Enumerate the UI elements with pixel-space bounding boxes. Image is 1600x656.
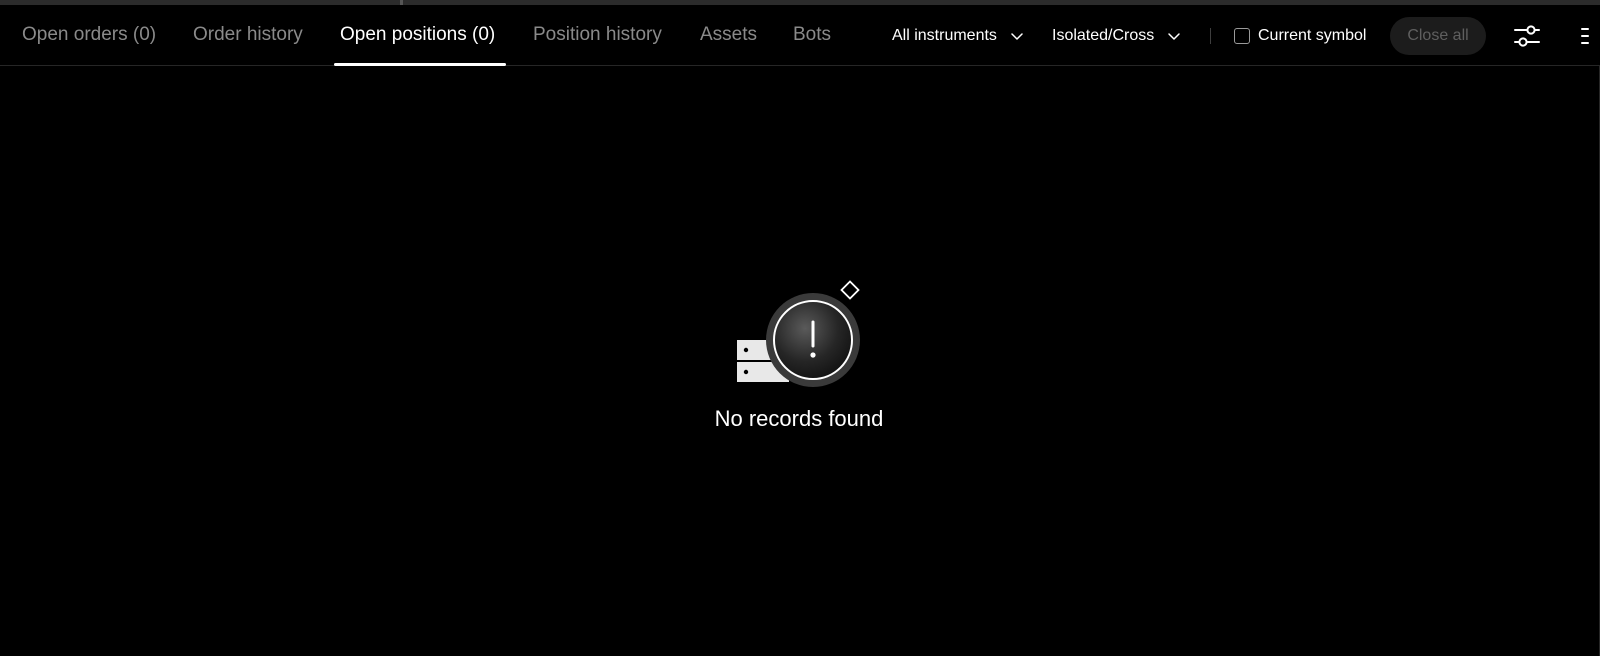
current-symbol-checkbox[interactable] [1234, 27, 1250, 44]
panel-header: Open orders (0) Order history Open posit… [0, 5, 1600, 66]
tab-order-history[interactable]: Order history [193, 5, 303, 66]
tab-bots[interactable]: Bots [793, 5, 831, 66]
margin-mode-dropdown[interactable]: Isolated/Cross [1052, 5, 1182, 66]
filter-divider [1210, 28, 1211, 44]
empty-records-icon [737, 280, 860, 387]
tab-assets[interactable]: Assets [700, 5, 757, 66]
trading-panel: Open orders (0) Order history Open posit… [0, 0, 1600, 656]
empty-state-message: No records found [714, 406, 884, 431]
tab-open-positions[interactable]: Open positions (0) [340, 5, 495, 66]
margin-mode-dropdown-label: Isolated/Cross [1052, 26, 1155, 44]
sliders-icon[interactable] [1513, 23, 1541, 49]
instruments-dropdown-label: All instruments [892, 26, 997, 44]
chevron-down-icon [1011, 32, 1023, 40]
more-vertical-icon[interactable] [1574, 23, 1594, 49]
current-symbol-toggle[interactable]: Current symbol [1234, 5, 1366, 66]
close-all-button[interactable]: Close all [1390, 17, 1486, 55]
tab-open-orders[interactable]: Open orders (0) [22, 5, 156, 66]
tab-position-history[interactable]: Position history [533, 5, 662, 66]
empty-state: No records found [0, 66, 1600, 656]
chevron-down-icon [1168, 32, 1181, 40]
current-symbol-label: Current symbol [1258, 26, 1367, 44]
instruments-dropdown[interactable]: All instruments [892, 5, 1025, 66]
